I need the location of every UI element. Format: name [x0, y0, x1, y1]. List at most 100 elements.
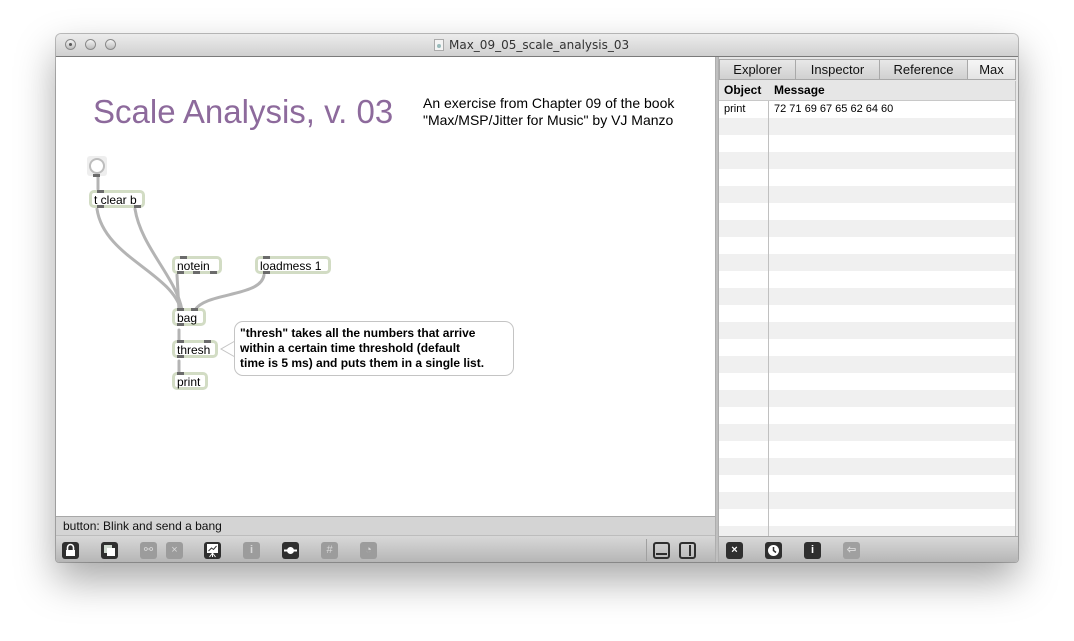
- console-row-empty: [719, 492, 1015, 509]
- console-row-empty: [719, 186, 1015, 203]
- console-row-empty: [719, 237, 1015, 254]
- console-row-empty: [719, 424, 1015, 441]
- dsp-icon[interactable]: ◔: [360, 542, 377, 559]
- tab-reference[interactable]: Reference: [880, 60, 968, 79]
- inlet[interactable]: [180, 256, 187, 259]
- console-row-empty: [719, 203, 1015, 220]
- object-bag[interactable]: bag: [172, 308, 206, 326]
- tab-explorer[interactable]: Explorer: [720, 60, 796, 79]
- console-rows: print 72 71 69 67 65 62 64 60: [719, 101, 1015, 536]
- object-loadmess[interactable]: loadmess 1: [255, 256, 331, 274]
- console-row-empty: [719, 322, 1015, 339]
- console-row-empty: [719, 118, 1015, 135]
- info-icon[interactable]: i: [243, 542, 260, 559]
- console-row-empty: [719, 339, 1015, 356]
- window-title: Max_09_05_scale_analysis_03: [449, 38, 630, 52]
- console-row-empty: [719, 135, 1015, 152]
- console-row-empty: [719, 254, 1015, 271]
- patcher-canvas[interactable]: Scale Analysis, v. 03 An exercise from C…: [56, 57, 715, 516]
- column-divider[interactable]: [768, 81, 769, 536]
- console-row-empty: [719, 475, 1015, 492]
- inlet[interactable]: [177, 308, 184, 311]
- binoculars-icon[interactable]: ⚯: [140, 542, 157, 559]
- column-header-message[interactable]: Message: [774, 81, 825, 100]
- sidebar: Explorer Inspector Reference Max print 7…: [719, 57, 1018, 562]
- object-print[interactable]: print: [172, 372, 208, 390]
- max-window: Max_09_05_scale_analysis_03 Scale Analys…: [56, 34, 1018, 562]
- comment-line: time is 5 ms) and puts them in a single …: [240, 356, 485, 370]
- minimize-window-button[interactable]: [85, 39, 96, 50]
- console-message: 72 71 69 67 65 62 64 60: [774, 103, 894, 115]
- outlet[interactable]: [263, 271, 270, 274]
- patch-cord: [193, 273, 266, 312]
- inlet[interactable]: [177, 340, 184, 343]
- object-notein[interactable]: notein: [172, 256, 222, 274]
- outlet[interactable]: [97, 205, 104, 208]
- status-bar: button: Blink and send a bang: [56, 516, 715, 535]
- outlet[interactable]: [134, 205, 141, 208]
- console-row-empty: [719, 288, 1015, 305]
- clear-icon[interactable]: ×: [166, 542, 183, 559]
- tab-max[interactable]: Max: [968, 60, 1015, 79]
- console-row-empty: [719, 407, 1015, 424]
- console-row-empty: [719, 390, 1015, 407]
- object-thresh[interactable]: thresh: [172, 340, 218, 358]
- object-trigger[interactable]: t clear b: [89, 190, 145, 208]
- side-panel-icon[interactable]: [679, 542, 696, 559]
- console-row-empty: [719, 526, 1015, 536]
- patch-cord-icon[interactable]: [282, 542, 299, 559]
- outlet[interactable]: [210, 271, 217, 274]
- patch-cords: [95, 175, 266, 375]
- zoom-window-button[interactable]: [105, 39, 116, 50]
- console-toolbar: × i ⇦: [719, 536, 1018, 562]
- console-row-empty: [719, 305, 1015, 322]
- console-row-empty: [719, 373, 1015, 390]
- console-row[interactable]: print 72 71 69 67 65 62 64 60: [719, 101, 1015, 118]
- console-row-empty: [719, 169, 1015, 186]
- close-window-button[interactable]: [65, 39, 76, 50]
- max-console: print 72 71 69 67 65 62 64 60 Object Mes…: [719, 81, 1016, 536]
- comment-bubble: "thresh" takes all the numbers that arri…: [234, 321, 514, 376]
- bottom-panel-icon[interactable]: [653, 542, 670, 559]
- inlet[interactable]: [263, 256, 270, 259]
- title-bar: Max_09_05_scale_analysis_03: [56, 34, 1018, 57]
- clear-console-icon[interactable]: ×: [726, 542, 743, 559]
- bang-button[interactable]: [87, 156, 107, 177]
- sidebar-tabs: Explorer Inspector Reference Max: [719, 59, 1016, 80]
- comment-line: "thresh" takes all the numbers that arri…: [240, 326, 476, 340]
- presentation-icon[interactable]: [101, 542, 118, 559]
- outlet[interactable]: [177, 271, 184, 274]
- toolbar-separator: [646, 539, 647, 561]
- inlet[interactable]: [177, 372, 184, 375]
- grid-icon[interactable]: #: [321, 542, 338, 559]
- outlet[interactable]: [177, 355, 184, 358]
- inlet[interactable]: [97, 190, 104, 193]
- timestamp-icon[interactable]: [765, 542, 782, 559]
- patch-cord: [175, 273, 181, 312]
- comment-line: within a certain time threshold (default: [240, 341, 461, 355]
- inlet[interactable]: [191, 308, 198, 311]
- outlet[interactable]: [177, 323, 184, 326]
- inlet[interactable]: [204, 340, 211, 343]
- easel-icon[interactable]: [204, 542, 221, 559]
- lock-icon[interactable]: [62, 542, 79, 559]
- console-row-empty: [719, 509, 1015, 526]
- outlet[interactable]: [93, 174, 100, 177]
- patcher-toolbar: ⚯ × i # ◔: [56, 535, 715, 562]
- object-text: print: [177, 375, 201, 389]
- outlet[interactable]: [193, 271, 200, 274]
- console-row-empty: [719, 220, 1015, 237]
- tab-inspector[interactable]: Inspector: [796, 60, 880, 79]
- console-row-empty: [719, 271, 1015, 288]
- back-arrow-icon[interactable]: ⇦: [843, 542, 860, 559]
- object-text: loadmess 1: [260, 259, 322, 273]
- info-icon[interactable]: i: [804, 542, 821, 559]
- window-title-wrap: Max_09_05_scale_analysis_03: [434, 37, 629, 53]
- console-row-empty: [719, 441, 1015, 458]
- column-header-object[interactable]: Object: [724, 81, 761, 100]
- console-row-empty: [719, 356, 1015, 373]
- bang-ring-icon: [89, 158, 105, 174]
- console-row-empty: [719, 152, 1015, 169]
- console-header: Object Message: [719, 81, 1015, 101]
- document-icon: [434, 39, 444, 51]
